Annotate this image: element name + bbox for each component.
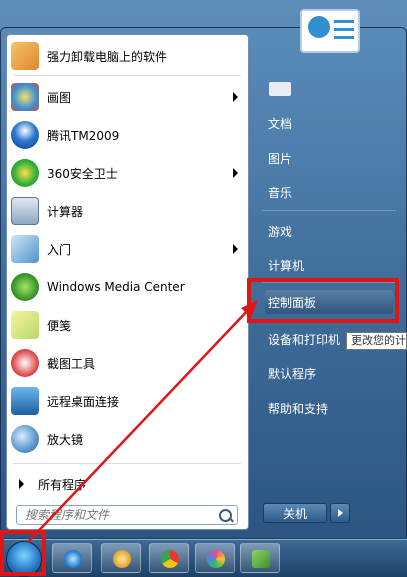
all-programs-button[interactable]: 所有程序 bbox=[9, 472, 246, 496]
app-icon bbox=[113, 550, 131, 568]
magnifier-icon bbox=[11, 425, 39, 453]
calculator-icon bbox=[11, 197, 39, 225]
getting-started-icon bbox=[11, 235, 39, 263]
uninstall-icon bbox=[11, 42, 39, 70]
right-item-label: 设备和打印机 bbox=[268, 332, 341, 347]
annotation-highlight-start bbox=[0, 530, 46, 576]
program-item-snipping-tool[interactable]: 截图工具 bbox=[9, 346, 246, 380]
chrome-icon bbox=[161, 550, 179, 568]
program-item-uninstall[interactable]: 强力卸载电脑上的软件 bbox=[9, 39, 246, 73]
ie-icon bbox=[64, 550, 82, 568]
annotation-highlight-control-panel bbox=[247, 278, 399, 323]
taskbar-item-5[interactable] bbox=[240, 543, 280, 573]
submenu-arrow-icon[interactable] bbox=[233, 168, 238, 178]
taskbar-item-2[interactable] bbox=[101, 543, 141, 573]
right-item-default-programs[interactable]: 默认程序 bbox=[262, 360, 397, 386]
program-label: 计算器 bbox=[47, 204, 84, 219]
right-item-documents[interactable]: 文档 bbox=[262, 110, 397, 136]
shutdown-options-button[interactable] bbox=[330, 503, 350, 523]
program-item-tm[interactable]: 腾讯TM2009 bbox=[9, 118, 246, 152]
arrow-right-icon bbox=[19, 479, 24, 489]
user-picture-line bbox=[334, 28, 354, 31]
right-item-computer[interactable]: 计算机 bbox=[262, 252, 397, 278]
right-item-label: 游戏 bbox=[268, 224, 293, 239]
360-icon bbox=[11, 159, 39, 187]
right-item-label: 计算机 bbox=[268, 258, 305, 273]
divider bbox=[13, 463, 241, 464]
program-label: 远程桌面连接 bbox=[47, 394, 120, 409]
tm-icon bbox=[11, 121, 39, 149]
program-item-360[interactable]: 360安全卫士 bbox=[9, 156, 246, 190]
submenu-arrow-icon[interactable] bbox=[233, 92, 238, 102]
all-programs-label: 所有程序 bbox=[38, 477, 87, 492]
user-picture-line bbox=[334, 20, 354, 23]
program-item-media-center[interactable]: Windows Media Center bbox=[9, 270, 246, 304]
right-item-label: 文档 bbox=[268, 116, 293, 131]
taskbar-item-4[interactable] bbox=[195, 543, 235, 573]
right-item-label: 图片 bbox=[268, 151, 293, 166]
paint-icon bbox=[11, 83, 39, 111]
right-item-help-support[interactable]: 帮助和支持 bbox=[262, 395, 397, 421]
search-input[interactable] bbox=[23, 507, 217, 523]
shutdown-label: 关机 bbox=[282, 506, 307, 521]
media-center-icon bbox=[11, 273, 39, 301]
program-label: 截图工具 bbox=[47, 356, 96, 371]
right-item-music[interactable]: 音乐 bbox=[262, 179, 397, 205]
taskbar-chrome[interactable] bbox=[149, 543, 189, 573]
shutdown-button[interactable]: 关机 bbox=[263, 503, 327, 523]
program-item-sticky-notes[interactable]: 便笺 bbox=[9, 308, 246, 342]
submenu-arrow-icon[interactable] bbox=[233, 244, 238, 254]
program-label: 腾讯TM2009 bbox=[47, 128, 120, 143]
program-label: 画图 bbox=[47, 90, 72, 105]
right-item-label: 音乐 bbox=[268, 185, 293, 200]
program-item-remote-desktop[interactable]: 远程桌面连接 bbox=[9, 384, 246, 418]
divider bbox=[13, 75, 241, 76]
app-icon bbox=[207, 550, 225, 568]
snipping-tool-icon bbox=[11, 349, 39, 377]
user-folder-icon[interactable] bbox=[269, 82, 291, 96]
program-item-getting-started[interactable]: 入门 bbox=[9, 232, 246, 266]
remote-desktop-icon bbox=[11, 387, 39, 415]
program-item-magnifier[interactable]: 放大镜 bbox=[9, 422, 246, 456]
program-label: 便笺 bbox=[47, 318, 72, 333]
program-label: 强力卸载电脑上的软件 bbox=[47, 49, 168, 64]
user-picture[interactable] bbox=[300, 9, 360, 53]
programs-pane: 强力卸载电脑上的软件 画图 腾讯TM2009 360安全卫士 计算器 入门 Wi… bbox=[6, 34, 249, 530]
program-item-calculator[interactable]: 计算器 bbox=[9, 194, 246, 228]
right-item-label: 默认程序 bbox=[268, 366, 317, 381]
sticky-notes-icon bbox=[11, 311, 39, 339]
app-icon bbox=[252, 550, 270, 568]
program-label: 放大镜 bbox=[47, 432, 84, 447]
program-label: 360安全卫士 bbox=[47, 166, 118, 181]
program-label: Windows Media Center bbox=[47, 280, 185, 294]
program-item-paint[interactable]: 画图 bbox=[9, 80, 246, 114]
tooltip: 更改您的计 bbox=[346, 332, 407, 350]
taskbar-ie[interactable] bbox=[52, 543, 92, 573]
right-item-games[interactable]: 游戏 bbox=[262, 218, 397, 244]
right-item-label: 帮助和支持 bbox=[268, 401, 329, 416]
program-label: 入门 bbox=[47, 242, 72, 257]
divider bbox=[262, 210, 396, 211]
user-picture-icon bbox=[308, 16, 330, 38]
search-box[interactable] bbox=[16, 505, 238, 525]
right-item-pictures[interactable]: 图片 bbox=[262, 145, 397, 171]
user-picture-line bbox=[334, 36, 354, 39]
search-icon[interactable] bbox=[219, 509, 232, 522]
